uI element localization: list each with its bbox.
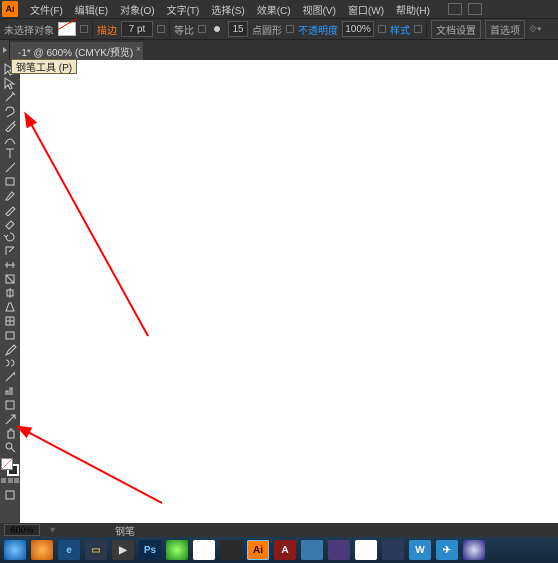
artboard-tool[interactable] xyxy=(1,398,19,412)
menu-item[interactable]: 文字(T) xyxy=(161,0,206,19)
opacity-link[interactable]: 不透明度 xyxy=(298,22,338,37)
uniform-label[interactable]: 等比 xyxy=(174,22,194,37)
tab-label: -1* @ 600% (CMYK/预览) xyxy=(18,48,133,59)
hand-tool[interactable] xyxy=(1,426,19,440)
taskbar-app7-icon[interactable] xyxy=(463,540,485,560)
line-tool[interactable] xyxy=(1,160,19,174)
taskbar-app3-icon[interactable] xyxy=(220,540,242,560)
fill-stroke-icon[interactable] xyxy=(1,458,19,476)
pencil-tool[interactable] xyxy=(1,202,19,216)
taskbar-app1-icon[interactable] xyxy=(31,540,53,560)
mesh-tool[interactable] xyxy=(1,314,19,328)
dropdown-icon[interactable] xyxy=(198,25,206,33)
taskbar-firefox-icon[interactable] xyxy=(382,540,404,560)
slice-tool[interactable] xyxy=(1,412,19,426)
layout-icon[interactable] xyxy=(448,3,462,15)
doc-setup-button[interactable]: 文档设置 xyxy=(431,20,481,39)
eyedropper-tool[interactable] xyxy=(1,342,19,356)
free-transform-tool[interactable] xyxy=(1,272,19,286)
blend-tool[interactable] xyxy=(1,356,19,370)
fill-swatch-icon[interactable] xyxy=(58,22,76,36)
preferences-button[interactable]: 首选项 xyxy=(485,20,525,39)
taskbar-photoshop-icon[interactable]: Ps xyxy=(139,540,161,560)
taskbar-word-icon[interactable]: W xyxy=(409,540,431,560)
menu-item[interactable]: 编辑(E) xyxy=(69,0,114,19)
dropdown-icon[interactable] xyxy=(157,25,165,33)
taskbar-explorer-icon[interactable]: ▭ xyxy=(85,540,107,560)
main-area xyxy=(0,60,558,523)
zoom-tool[interactable] xyxy=(1,440,19,454)
workspace-icon[interactable] xyxy=(468,3,482,15)
menu-item[interactable]: 视图(V) xyxy=(297,0,342,19)
canvas[interactable] xyxy=(20,60,558,523)
magic-wand-tool[interactable] xyxy=(1,90,19,104)
panel-toggle-icon[interactable] xyxy=(0,40,10,60)
taskbar-app6-icon[interactable]: ✈ xyxy=(436,540,458,560)
paintbrush-tool[interactable] xyxy=(1,188,19,202)
pt-shape-label[interactable]: 点圆形 xyxy=(252,22,282,37)
pt-input[interactable] xyxy=(228,21,248,37)
dropdown-icon[interactable] xyxy=(414,25,422,33)
taskbar-app5-icon[interactable] xyxy=(328,540,350,560)
document-tabs: -1* @ 600% (CMYK/预览) × xyxy=(0,40,558,60)
status-bar: ▾ 钢笔 xyxy=(0,523,558,537)
app-logo-icon: Ai xyxy=(2,1,18,17)
pen-tool[interactable] xyxy=(1,118,19,132)
menu-bar: Ai 文件(F)编辑(E)对象(O)文字(T)选择(S)效果(C)视图(V)窗口… xyxy=(0,0,558,18)
menu-item[interactable]: 文件(F) xyxy=(24,0,69,19)
tools-panel xyxy=(0,60,20,523)
menu-item[interactable]: 效果(C) xyxy=(251,0,297,19)
menu-item[interactable]: 对象(O) xyxy=(114,0,160,19)
scale-tool[interactable] xyxy=(1,244,19,258)
close-icon[interactable]: × xyxy=(136,44,141,54)
rectangle-tool[interactable] xyxy=(1,174,19,188)
taskbar-acrobat-icon[interactable]: A xyxy=(274,540,296,560)
brush-preview-icon[interactable] xyxy=(210,22,224,36)
dropdown-icon[interactable] xyxy=(378,25,386,33)
windows-taskbar: e▭▶Ps AiA W✈ xyxy=(0,537,558,563)
dropdown-icon[interactable] xyxy=(286,25,294,33)
zoom-input[interactable] xyxy=(4,524,40,536)
taskbar-illustrator-icon[interactable]: Ai xyxy=(247,540,269,560)
stroke-weight-input[interactable] xyxy=(121,21,153,37)
shape-builder-tool[interactable] xyxy=(1,286,19,300)
column-graph-tool[interactable] xyxy=(1,384,19,398)
control-bar: 未选择对象 描边 等比 点圆形 不透明度 样式 文档设置 首选项 ⟐▾ xyxy=(0,18,558,40)
lasso-tool[interactable] xyxy=(1,104,19,118)
menu-item[interactable]: 选择(S) xyxy=(205,0,250,19)
opacity-input[interactable] xyxy=(342,21,374,37)
symbol-sprayer-tool[interactable] xyxy=(1,370,19,384)
stroke-link[interactable]: 描边 xyxy=(97,22,117,37)
taskbar-ie-icon[interactable]: e xyxy=(58,540,80,560)
draw-mode-icon[interactable] xyxy=(1,478,19,488)
type-tool[interactable] xyxy=(1,146,19,160)
perspective-tool[interactable] xyxy=(1,300,19,314)
curvature-tool[interactable] xyxy=(1,132,19,146)
taskbar-app4-icon[interactable] xyxy=(301,540,323,560)
selection-status: 未选择对象 xyxy=(4,22,54,37)
gradient-tool[interactable] xyxy=(1,328,19,342)
dropdown-icon[interactable] xyxy=(80,25,88,33)
width-tool[interactable] xyxy=(1,258,19,272)
tool-tooltip: 钢笔工具 (P) xyxy=(11,59,77,74)
taskbar-chrome-like-icon[interactable] xyxy=(193,540,215,560)
taskbar-app2-icon[interactable] xyxy=(166,540,188,560)
taskbar-media-icon[interactable]: ▶ xyxy=(112,540,134,560)
taskbar-chrome-icon[interactable] xyxy=(355,540,377,560)
document-tab[interactable]: -1* @ 600% (CMYK/预览) × xyxy=(10,42,143,60)
status-tool-label: 钢笔 xyxy=(115,523,135,538)
screen-mode-tool[interactable] xyxy=(1,488,19,502)
rotate-tool[interactable] xyxy=(1,230,19,244)
taskbar-start-icon[interactable] xyxy=(4,540,26,560)
menu-item[interactable]: 窗口(W) xyxy=(342,0,390,19)
direct-selection-tool[interactable] xyxy=(1,76,19,90)
eraser-tool[interactable] xyxy=(1,216,19,230)
style-link[interactable]: 样式 xyxy=(390,22,410,37)
menu-item[interactable]: 帮助(H) xyxy=(390,0,436,19)
